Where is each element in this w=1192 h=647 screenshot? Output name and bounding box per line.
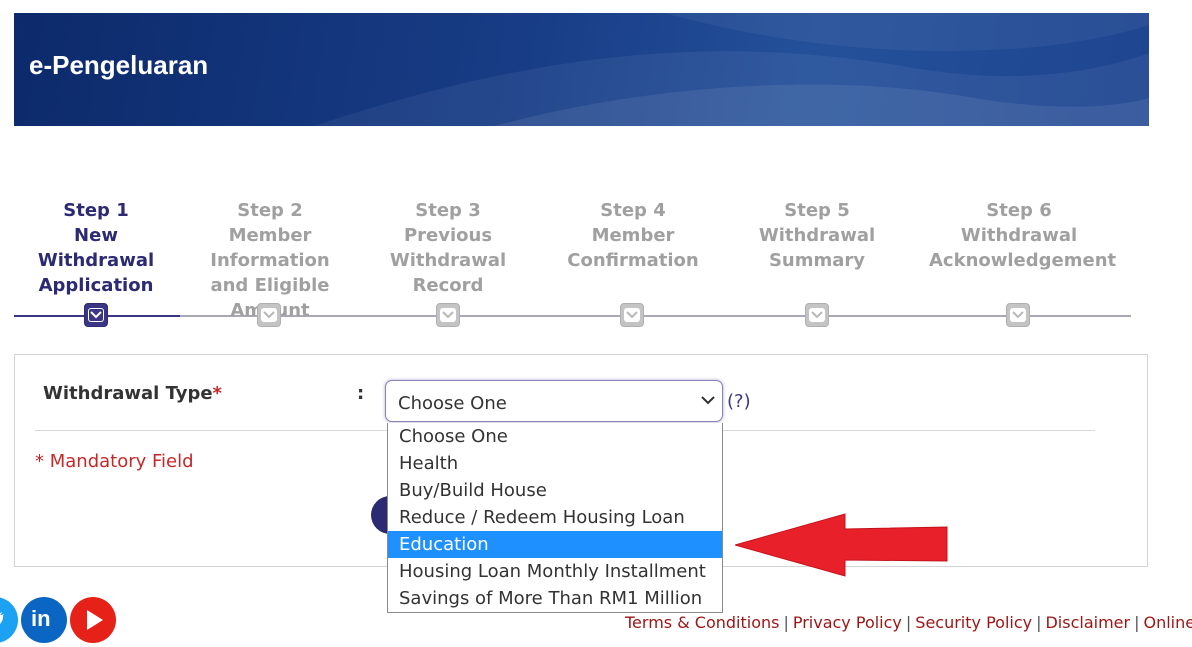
step-1-title: New Withdrawal Application [37,225,155,296]
step-5-node-icon [805,303,829,327]
step-2-label: Step 2 [237,200,303,221]
help-link[interactable]: (?) [727,391,751,412]
withdrawal-type-label-text: Withdrawal Type [43,383,213,404]
step-3-title: Previous Withdrawal Record [389,225,507,296]
withdrawal-type-label: Withdrawal Type* [43,383,222,404]
step-3-node-icon [436,303,460,327]
required-marker: * [212,383,222,404]
footer-separator: | [1134,613,1140,632]
step-1: Step 1 New Withdrawal Application [26,198,166,298]
withdrawal-type-select[interactable]: Choose One [385,380,723,422]
footer-separator: | [783,613,789,632]
twitter-icon[interactable] [0,597,18,643]
option-choose-one[interactable]: Choose One [388,423,722,450]
option-housing-loan-monthly-installment[interactable]: Housing Loan Monthly Installment [388,558,722,585]
header-banner: e-Pengeluaran [14,13,1149,126]
step-4-node-icon [620,303,644,327]
red-arrow-annotation-icon [735,513,948,577]
step-2-node-icon [257,303,281,327]
step-3: Step 3 Previous Withdrawal Record [381,198,515,298]
chevron-down-icon [701,396,715,405]
online-security-link[interactable]: Online Securi [1143,613,1192,632]
label-colon: : [357,383,365,404]
footer-separator: | [905,613,912,632]
step-6: Step 6 Withdrawal Acknowledgement [929,198,1117,273]
step-5: Step 5 Withdrawal Summary [751,198,883,273]
step-6-title: Withdrawal Acknowledgement [929,225,1117,271]
option-buy-build-house[interactable]: Buy/Build House [388,477,722,504]
terms-conditions-link[interactable]: Terms & Conditions [625,613,779,632]
step-4: Step 4 Member Confirmation [564,198,702,273]
security-policy-link[interactable]: Security Policy [915,613,1032,632]
footer-links: Terms & Conditions | Privacy Policy | Securi… [625,613,1192,632]
option-health[interactable]: Health [388,450,722,477]
step-1-node-icon [84,303,108,327]
option-education[interactable]: Education [388,531,722,558]
step-4-label: Step 4 [600,200,666,221]
step-5-label: Step 5 [784,200,850,221]
disclaimer-link[interactable]: Disclaimer [1045,613,1130,632]
progress-stepper: Step 1 New Withdrawal Application Step 2… [14,198,1134,338]
step-1-label: Step 1 [63,200,129,221]
step-5-title: Withdrawal Summary [758,225,876,271]
footer-separator: | [1036,613,1042,632]
linkedin-icon[interactable]: in [21,597,67,643]
step-3-label: Step 3 [415,200,481,221]
mandatory-field-note: * Mandatory Field [35,451,194,472]
youtube-icon[interactable] [70,597,116,643]
linkedin-icon-text: in [31,606,51,631]
app-title: e-Pengeluaran [29,50,209,80]
step-6-node-icon [1006,303,1030,327]
withdrawal-type-selected-value: Choose One [398,393,507,414]
step-4-title: Member Confirmation [567,225,699,271]
step-6-label: Step 6 [986,200,1052,221]
privacy-policy-link[interactable]: Privacy Policy [793,613,902,632]
withdrawal-type-options-list: Choose One Health Buy/Build House Reduce… [387,423,723,613]
option-reduce-redeem-housing-loan[interactable]: Reduce / Redeem Housing Loan [388,504,722,531]
option-savings-more-than-rm1-million[interactable]: Savings of More Than RM1 Million [388,585,722,612]
